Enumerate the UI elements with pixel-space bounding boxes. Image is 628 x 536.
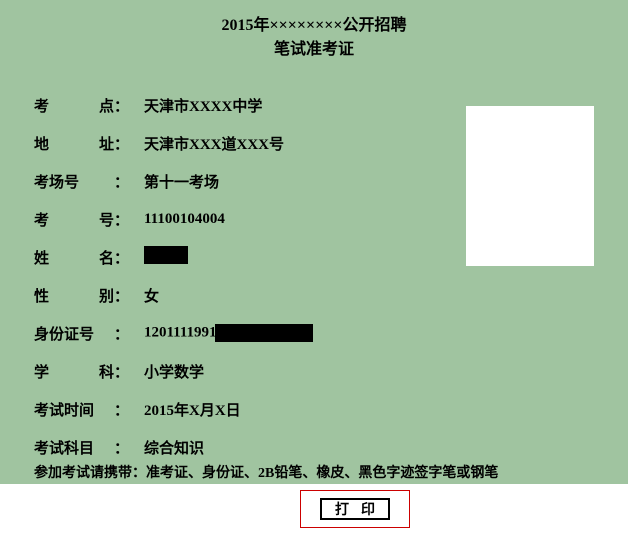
colon: ： bbox=[114, 133, 144, 154]
field-label: 考场号 bbox=[34, 171, 114, 192]
colon: ： bbox=[114, 361, 144, 382]
title-line-2: 笔试准考证 bbox=[0, 38, 628, 62]
field-value: 女 bbox=[144, 285, 159, 306]
field-value: 11100104004 bbox=[144, 211, 225, 228]
field-label: 姓 名 bbox=[34, 247, 114, 268]
field-gender: 性 别 ： 女 bbox=[34, 276, 628, 314]
exam-notice: 参加考试请携带：准考证、身份证、2B铅笔、橡皮、黑色字迹签字笔或钢笔 bbox=[34, 462, 628, 482]
field-value: 天津市XXXX中学 bbox=[144, 95, 262, 116]
field-value: 综合知识 bbox=[144, 437, 204, 458]
ticket-header: 2015年××××××××公开招聘 笔试准考证 bbox=[0, 14, 628, 62]
print-button[interactable]: 打印 bbox=[320, 498, 390, 520]
field-label: 考试科目 bbox=[34, 437, 114, 458]
field-id-card: 身份证号 ： 1201111991 bbox=[34, 314, 628, 352]
field-value: 1201111991 bbox=[144, 324, 313, 342]
title-line-1: 2015年××××××××公开招聘 bbox=[0, 14, 628, 38]
field-label: 考 点 bbox=[34, 95, 114, 116]
field-label: 身份证号 bbox=[34, 323, 114, 344]
colon: ： bbox=[114, 209, 144, 230]
colon: ： bbox=[114, 171, 144, 192]
field-label: 考 号 bbox=[34, 209, 114, 230]
field-value-redacted bbox=[144, 246, 188, 269]
field-label: 地 址 bbox=[34, 133, 114, 154]
colon: ： bbox=[114, 247, 144, 268]
field-subject: 学 科 ： 小学数学 bbox=[34, 352, 628, 390]
colon: ： bbox=[114, 323, 144, 344]
field-label: 考试时间 bbox=[34, 399, 114, 420]
field-value: 天津市XXX道XXX号 bbox=[144, 133, 284, 154]
field-value: 小学数学 bbox=[144, 361, 204, 382]
field-label: 性 别 bbox=[34, 285, 114, 306]
admission-ticket: 2015年××××××××公开招聘 笔试准考证 考 点 ： 天津市XXXX中学 … bbox=[0, 0, 628, 484]
print-highlight-box: 打印 bbox=[300, 490, 410, 528]
field-label: 学 科 bbox=[34, 361, 114, 382]
colon: ： bbox=[114, 95, 144, 116]
field-exam-subject: 考试科目 ： 综合知识 bbox=[34, 428, 628, 466]
redaction-block bbox=[144, 246, 188, 264]
field-value: 第十一考场 bbox=[144, 171, 219, 192]
footer-bar: 打印 bbox=[0, 484, 628, 536]
colon: ： bbox=[114, 285, 144, 306]
field-value: 2015年X月X日 bbox=[144, 399, 241, 420]
photo-placeholder bbox=[466, 106, 594, 266]
colon: ： bbox=[114, 399, 144, 420]
colon: ： bbox=[114, 437, 144, 458]
id-prefix: 1201111991 bbox=[144, 324, 217, 340]
redaction-block bbox=[215, 324, 313, 342]
field-exam-time: 考试时间 ： 2015年X月X日 bbox=[34, 390, 628, 428]
